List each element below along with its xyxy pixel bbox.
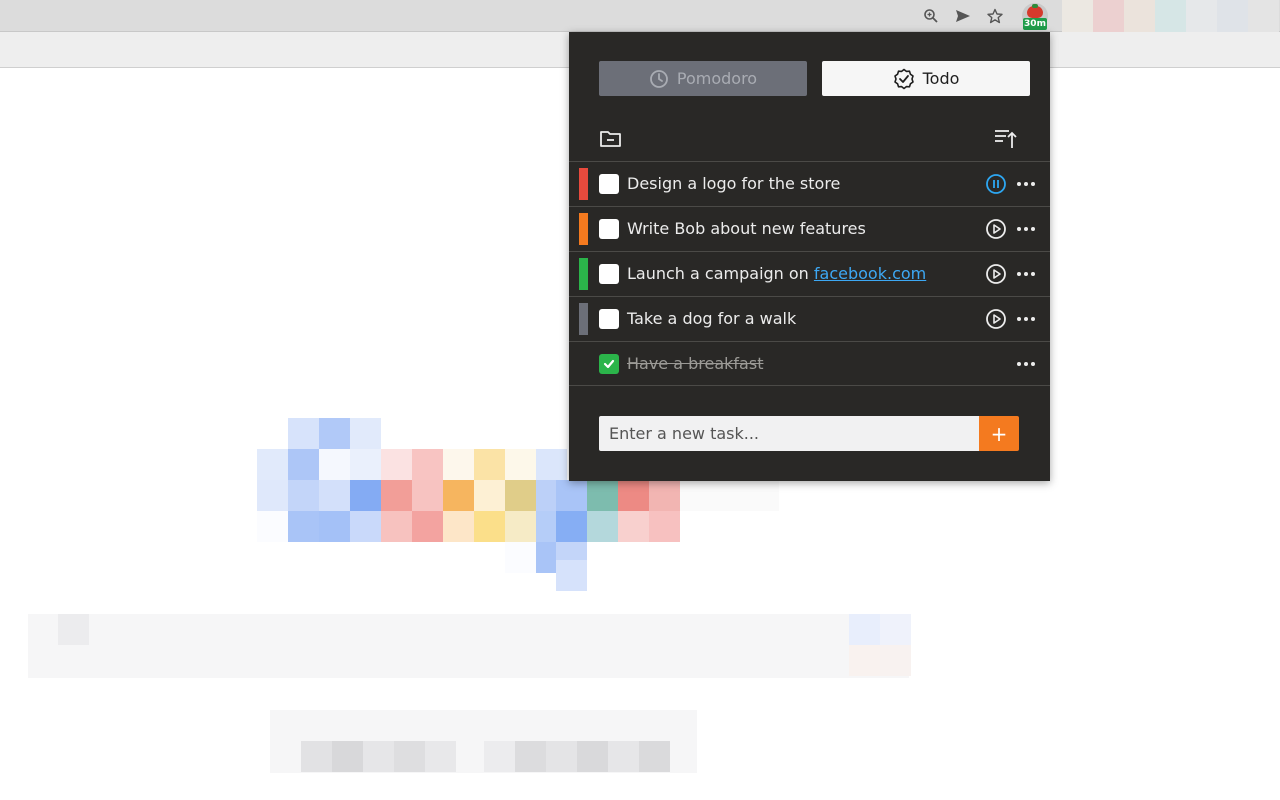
more-options-icon[interactable] (1015, 308, 1037, 330)
play-icon[interactable] (985, 218, 1007, 240)
task-row: Design a logo for the store (569, 161, 1050, 206)
task-row: Launch a campaign on facebook.com (569, 251, 1050, 296)
task-label[interactable]: Take a dog for a walk (627, 309, 796, 328)
zoom-icon[interactable] (921, 6, 941, 26)
add-task-button[interactable]: + (979, 416, 1019, 451)
checkmark-icon (603, 359, 615, 369)
task-label-container[interactable]: Launch a campaign on facebook.com (627, 264, 926, 283)
todo-tab[interactable]: Todo (822, 61, 1030, 96)
sort-icon[interactable] (993, 127, 1019, 151)
check-badge-icon (893, 68, 914, 89)
play-icon[interactable] (985, 308, 1007, 330)
task-checkbox[interactable] (599, 309, 619, 329)
task-checkbox[interactable] (599, 174, 619, 194)
folder-minus-icon[interactable] (598, 127, 624, 151)
play-icon[interactable] (985, 263, 1007, 285)
browser-toolbar: 30m (0, 0, 1280, 42)
task-label[interactable]: Design a logo for the store (627, 174, 840, 193)
pause-icon[interactable] (985, 173, 1007, 195)
task-label[interactable]: Have a breakfast (627, 354, 763, 373)
task-row: Take a dog for a walk (569, 296, 1050, 341)
task-label: Launch a campaign on (627, 264, 814, 283)
task-color-bar (579, 213, 588, 245)
more-options-icon[interactable] (1015, 218, 1037, 240)
task-checkbox-checked[interactable] (599, 354, 619, 374)
pomodoro-todo-popup: Pomodoro Todo Design a logo for the stor… (569, 32, 1050, 481)
timer-badge: 30m (1023, 18, 1047, 30)
task-color-bar (579, 303, 588, 335)
tomato-leaf (1032, 4, 1038, 8)
task-checkbox[interactable] (599, 264, 619, 284)
task-color-bar (579, 258, 588, 290)
pomodoro-tab-label: Pomodoro (676, 69, 758, 88)
task-label[interactable]: Write Bob about new features (627, 219, 866, 238)
clock-icon (649, 69, 668, 88)
pomodoro-extension-button[interactable]: 30m (1022, 3, 1048, 30)
task-row-completed: Have a breakfast (569, 341, 1050, 386)
task-row: Write Bob about new features (569, 206, 1050, 251)
task-color-bar (579, 168, 588, 200)
task-link[interactable]: facebook.com (814, 264, 926, 283)
pomodoro-tab[interactable]: Pomodoro (599, 61, 807, 96)
more-options-icon[interactable] (1015, 263, 1037, 285)
new-task-input[interactable] (599, 416, 979, 451)
more-options-icon[interactable] (1015, 353, 1037, 375)
task-list: Design a logo for the store Write Bob ab… (569, 161, 1050, 386)
send-icon[interactable] (953, 6, 973, 26)
more-options-icon[interactable] (1015, 173, 1037, 195)
todo-tab-label: Todo (922, 69, 960, 88)
star-icon[interactable] (985, 6, 1005, 26)
task-checkbox[interactable] (599, 219, 619, 239)
